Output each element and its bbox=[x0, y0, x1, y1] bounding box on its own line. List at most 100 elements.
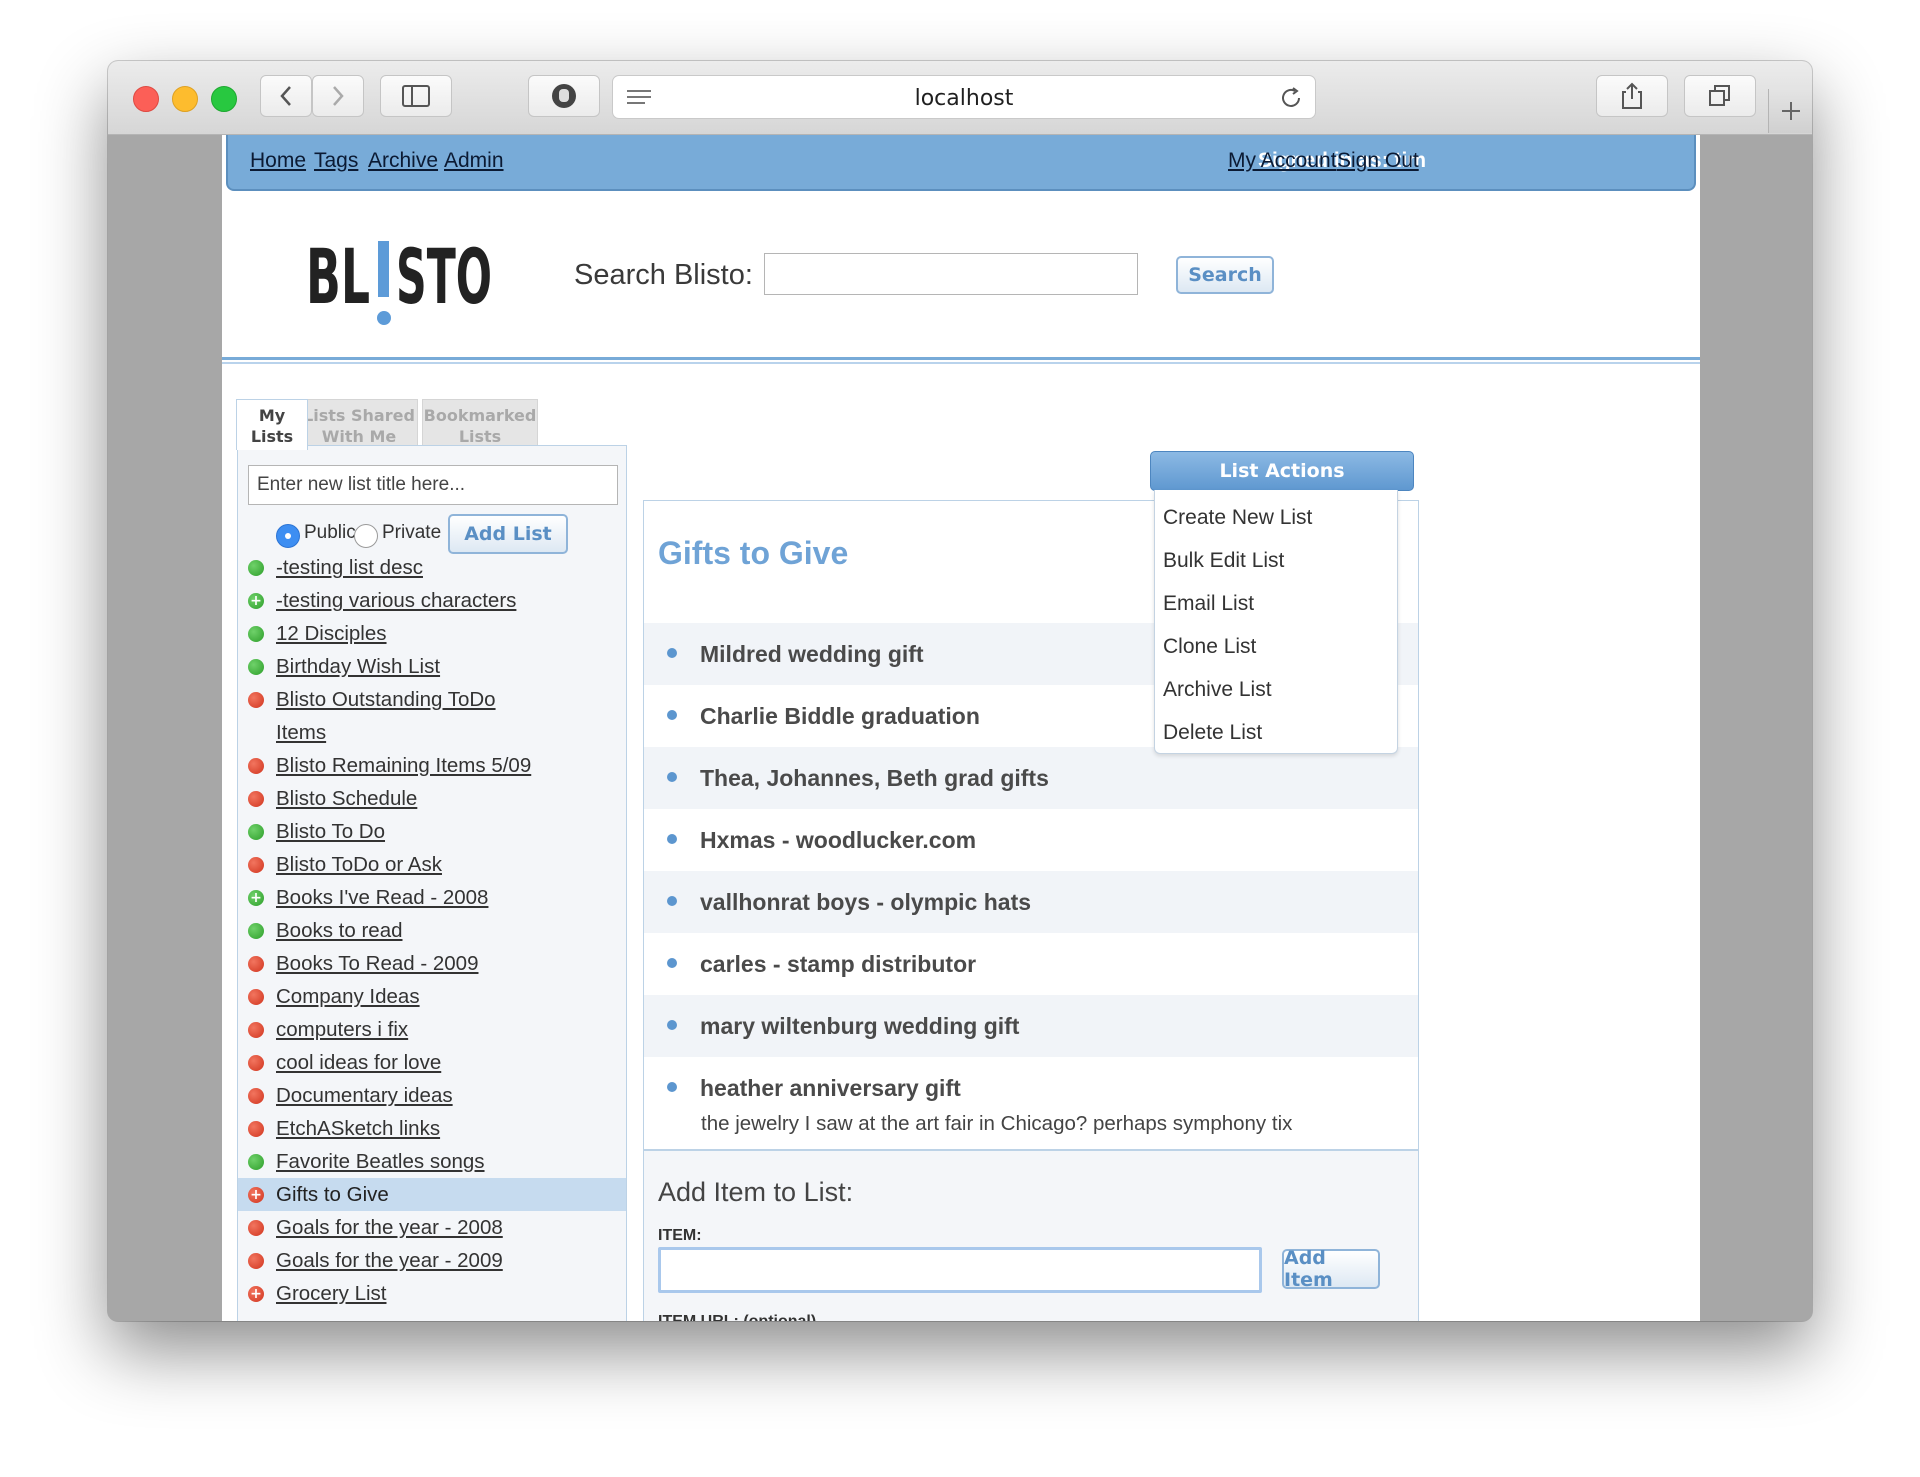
blisto-logo[interactable]: BL STO bbox=[306, 223, 496, 333]
tab-bookmarked-line1: Bookmarked bbox=[423, 406, 537, 425]
menu-item-email-list[interactable]: Email List bbox=[1163, 592, 1254, 616]
list-link[interactable]: Grocery List bbox=[276, 1277, 576, 1310]
list-link[interactable]: Goals for the year - 2009 bbox=[276, 1244, 576, 1277]
list-link[interactable]: Favorite Beatles songs bbox=[276, 1145, 576, 1178]
status-dot-green-icon bbox=[248, 1154, 264, 1170]
tabs-overview-button[interactable] bbox=[1684, 75, 1756, 117]
list-link[interactable]: 12 Disciples bbox=[276, 617, 576, 650]
forward-button[interactable] bbox=[312, 75, 364, 117]
list-entry[interactable]: heather anniversary gift the jewelry I sa… bbox=[644, 1057, 1418, 1152]
list-item[interactable]: 12 Disciples bbox=[238, 617, 626, 650]
list-link[interactable]: Blisto Outstanding ToDo Items bbox=[276, 683, 516, 749]
list-link[interactable]: Documentary ideas bbox=[276, 1079, 576, 1112]
list-link[interactable]: Gifts to Give bbox=[276, 1178, 576, 1211]
add-item-button[interactable]: Add Item bbox=[1282, 1247, 1380, 1291]
list-item[interactable]: Favorite Beatles songs bbox=[238, 1145, 626, 1178]
new-list-title-input[interactable] bbox=[248, 465, 618, 505]
address-bar[interactable]: localhost bbox=[612, 75, 1316, 119]
tab-my-lists[interactable]: My Lists bbox=[236, 399, 308, 450]
list-link[interactable]: Books I've Read - 2008 bbox=[276, 881, 576, 914]
nav-link-home[interactable]: Home bbox=[250, 149, 306, 173]
my-account-link[interactable]: My Account bbox=[1228, 149, 1337, 173]
private-radio[interactable] bbox=[354, 524, 378, 548]
search-button[interactable]: Search bbox=[1176, 256, 1274, 294]
list-item[interactable]: Goals for the year - 2009 bbox=[238, 1244, 626, 1277]
list-item[interactable]: Blisto Schedule bbox=[238, 782, 626, 815]
search-input[interactable] bbox=[764, 253, 1138, 295]
item-input[interactable] bbox=[658, 1247, 1262, 1293]
list-entry[interactable]: Hxmas - woodlucker.com bbox=[644, 809, 1418, 871]
list-item[interactable]: Birthday Wish List bbox=[238, 650, 626, 683]
list-entry[interactable]: vallhonrat boys - olympic hats bbox=[644, 871, 1418, 933]
list-item[interactable]: cool ideas for love bbox=[238, 1046, 626, 1079]
status-dot-red-icon bbox=[248, 1055, 264, 1071]
nav-link-archive[interactable]: Archive bbox=[368, 149, 438, 173]
list-item[interactable]: Documentary ideas bbox=[238, 1079, 626, 1112]
list-entry[interactable]: carles - stamp distributor bbox=[644, 933, 1418, 995]
list-item[interactable]: + -testing various characters bbox=[238, 584, 626, 617]
list-actions-button[interactable]: List Actions bbox=[1150, 451, 1414, 491]
status-dot-red-icon bbox=[248, 857, 264, 873]
status-dot-red-icon bbox=[248, 692, 264, 708]
back-button[interactable] bbox=[260, 75, 312, 117]
list-link[interactable]: Company Ideas bbox=[276, 980, 576, 1013]
list-item[interactable]: Company Ideas bbox=[238, 980, 626, 1013]
list-item[interactable]: Blisto To Do bbox=[238, 815, 626, 848]
tab-my-lists-line2: Lists bbox=[250, 427, 294, 446]
nav-link-admin[interactable]: Admin bbox=[444, 149, 504, 173]
status-dot-green-icon bbox=[248, 626, 264, 642]
list-link[interactable]: cool ideas for love bbox=[276, 1046, 576, 1079]
list-entry[interactable]: Thea, Johannes, Beth grad gifts bbox=[644, 747, 1418, 809]
list-link[interactable]: Goals for the year - 2008 bbox=[276, 1211, 576, 1244]
sign-out-link[interactable]: Sign Out bbox=[1337, 149, 1419, 173]
my-lists: -testing list desc + -testing various cha… bbox=[238, 551, 626, 1310]
list-item[interactable]: Blisto Remaining Items 5/09 bbox=[238, 749, 626, 782]
list-link[interactable]: Blisto ToDo or Ask bbox=[276, 848, 576, 881]
status-dot-green-icon bbox=[248, 560, 264, 576]
list-entry-text: Mildred wedding gift bbox=[700, 641, 924, 667]
reload-icon[interactable] bbox=[1279, 86, 1303, 110]
menu-item-delete-list[interactable]: Delete List bbox=[1163, 721, 1262, 745]
nav-link-tags[interactable]: Tags bbox=[314, 149, 358, 173]
list-item[interactable]: Blisto Outstanding ToDo Items bbox=[238, 683, 626, 749]
list-link[interactable]: EtchASketch links bbox=[276, 1112, 576, 1145]
close-window-button[interactable] bbox=[133, 86, 159, 112]
list-link[interactable]: Blisto Remaining Items 5/09 bbox=[276, 749, 576, 782]
public-radio[interactable] bbox=[276, 524, 300, 548]
list-link[interactable]: computers i fix bbox=[276, 1013, 576, 1046]
sidebar-toggle-button[interactable] bbox=[380, 75, 452, 117]
list-link[interactable]: Books To Read - 2009 bbox=[276, 947, 576, 980]
list-item[interactable]: Blisto ToDo or Ask bbox=[238, 848, 626, 881]
list-link[interactable]: -testing list desc bbox=[276, 551, 576, 584]
privacy-shield-button[interactable] bbox=[528, 75, 600, 117]
list-link[interactable]: -testing various characters bbox=[276, 584, 576, 617]
menu-item-bulk-edit-list[interactable]: Bulk Edit List bbox=[1163, 549, 1284, 573]
zoom-window-button[interactable] bbox=[211, 86, 237, 112]
tab-lists-shared-with-me[interactable]: Lists Shared With Me bbox=[300, 399, 418, 449]
list-link[interactable]: Blisto Schedule bbox=[276, 782, 576, 815]
menu-item-create-new-list[interactable]: Create New List bbox=[1163, 506, 1312, 530]
menu-item-archive-list[interactable]: Archive List bbox=[1163, 678, 1272, 702]
tab-bookmarked-lists[interactable]: Bookmarked Lists bbox=[422, 399, 538, 449]
list-item[interactable]: + Grocery List bbox=[238, 1277, 626, 1310]
chevron-right-icon bbox=[333, 86, 344, 106]
list-entry[interactable]: mary wiltenburg wedding gift bbox=[644, 995, 1418, 1057]
list-item[interactable]: Goals for the year - 2008 bbox=[238, 1211, 626, 1244]
list-link[interactable]: Birthday Wish List bbox=[276, 650, 576, 683]
list-item[interactable]: Books to read bbox=[238, 914, 626, 947]
list-actions-menu: Create New List Bulk Edit List Email Lis… bbox=[1154, 490, 1398, 754]
list-item[interactable]: EtchASketch links bbox=[238, 1112, 626, 1145]
share-button[interactable] bbox=[1596, 75, 1668, 117]
list-item[interactable]: Books To Read - 2009 bbox=[238, 947, 626, 980]
list-item[interactable]: + Books I've Read - 2008 bbox=[238, 881, 626, 914]
menu-item-clone-list[interactable]: Clone List bbox=[1163, 635, 1256, 659]
new-tab-button[interactable] bbox=[1768, 89, 1812, 133]
list-item[interactable]: computers i fix bbox=[238, 1013, 626, 1046]
list-link[interactable]: Blisto To Do bbox=[276, 815, 576, 848]
add-list-button[interactable]: Add List bbox=[448, 514, 568, 554]
list-item[interactable]: -testing list desc bbox=[238, 551, 626, 584]
list-item-selected[interactable]: + Gifts to Give bbox=[238, 1178, 626, 1211]
list-link[interactable]: Books to read bbox=[276, 914, 576, 947]
tab-shared-line2: With Me bbox=[321, 427, 397, 446]
minimize-window-button[interactable] bbox=[172, 86, 198, 112]
